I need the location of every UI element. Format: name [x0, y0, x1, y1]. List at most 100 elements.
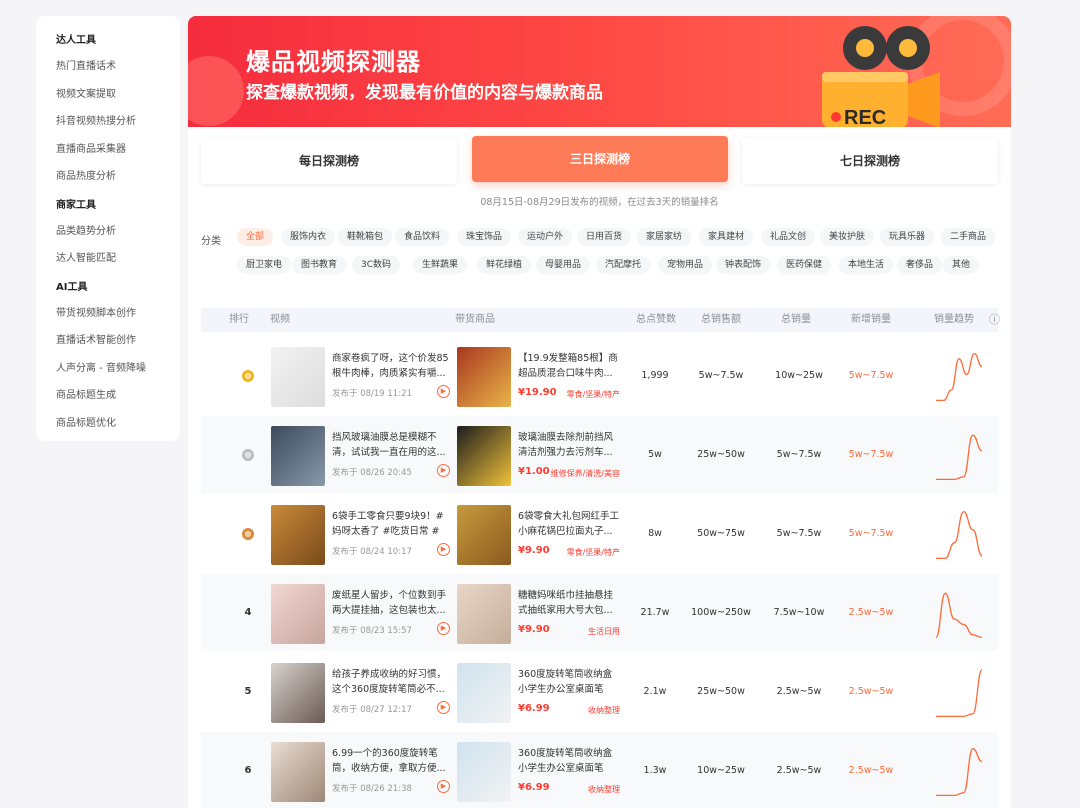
total-likes: 2.1w	[643, 686, 667, 697]
product-thumbnail[interactable]	[457, 742, 511, 802]
category-chip[interactable]: 家具建材	[699, 228, 754, 246]
sidebar-item[interactable]: 商品热度分析	[56, 163, 180, 191]
rank-cell: 5	[237, 653, 259, 730]
category-chip[interactable]: 母婴用品	[536, 256, 591, 274]
product-category-tag: 生活日用	[588, 627, 620, 636]
sidebar-item[interactable]: 直播话术智能创作	[56, 327, 180, 355]
category-chip[interactable]: 家居家纺	[637, 228, 692, 246]
sidebar-item[interactable]: 品类趋势分析	[56, 218, 180, 246]
category-chip[interactable]: 奢侈品	[897, 256, 943, 274]
category-chip[interactable]: 3C数码	[352, 256, 401, 274]
video-thumbnail[interactable]	[271, 505, 325, 565]
sidebar-item[interactable]: 商品标题优化	[56, 410, 180, 438]
product-category-tag: 零食/坚果/特产	[566, 548, 620, 557]
sidebar-item[interactable]: 热门直播话术	[56, 53, 180, 81]
sidebar-item[interactable]: 抖音视频热搜分析	[56, 108, 180, 136]
category-chip[interactable]: 本地生活	[839, 256, 894, 274]
play-icon[interactable]: ▶	[437, 701, 450, 714]
column-header: 带货商品	[455, 314, 495, 325]
category-chip[interactable]: 鲜花绿植	[477, 256, 532, 274]
product-thumbnail[interactable]	[457, 584, 511, 644]
category-chip[interactable]: 礼品文创	[761, 228, 816, 246]
product-thumbnail[interactable]	[457, 426, 511, 486]
trend-line	[936, 668, 983, 718]
column-header: 总销售额	[701, 314, 741, 325]
video-title[interactable]: 废纸星人留步，个位数到手两大提挂抽，这包装也太...	[332, 588, 450, 618]
play-icon[interactable]: ▶	[437, 385, 450, 398]
product-thumbnail[interactable]	[457, 505, 511, 565]
column-header: 排行	[229, 314, 249, 325]
category-chip[interactable]: 日用百货	[577, 228, 632, 246]
table-row[interactable]: 4 废纸星人留步，个位数到手两大提挂抽，这包装也太... 发布于 08/23 15:…	[201, 574, 998, 651]
category-chip[interactable]: 食品饮料	[395, 228, 450, 246]
sidebar-item[interactable]: 达人智能匹配	[56, 245, 180, 273]
category-chip[interactable]: 其他	[943, 256, 980, 274]
video-date: 发布于 08/26 20:45	[332, 468, 412, 478]
video-title[interactable]: 6.99一个的360度旋转笔筒，收纳方便，拿取方便...	[332, 746, 450, 776]
category-chip[interactable]: 全部	[237, 228, 274, 246]
category-chip[interactable]: 医药保健	[777, 256, 832, 274]
product-title[interactable]: 360度旋转笔筒收纳盒小学生办公室桌面笔筒...	[518, 746, 620, 776]
banner-decoration	[188, 56, 244, 126]
play-icon[interactable]: ▶	[437, 622, 450, 635]
trend-line	[936, 747, 983, 797]
video-title[interactable]: 挡风玻璃油膜总是模糊不清，试试我一直在用的这...	[332, 430, 450, 460]
column-header: 总销量	[781, 314, 811, 325]
total-likes: 1,999	[641, 370, 669, 381]
table-row[interactable]: 挡风玻璃油膜总是模糊不清，试试我一直在用的这... 发布于 08/26 20:45…	[201, 416, 998, 493]
product-category-tag: 维修保养/清洗/美容	[550, 469, 620, 478]
sidebar-group-title: 商家工具	[56, 199, 96, 211]
video-title[interactable]: 6袋手工零食只要9块9！#妈呀太香了 #吃货日常 #解...	[332, 509, 450, 539]
sidebar-item[interactable]: 带货视频脚本创作	[56, 300, 180, 328]
category-chip[interactable]: 二手商品	[941, 228, 996, 246]
product-title[interactable]: 360度旋转笔筒收纳盒小学生办公室桌面笔筒...	[518, 667, 620, 697]
video-title[interactable]: 给孩子养成收纳的好习惯，这个360度旋转笔筒必不...	[332, 667, 450, 697]
total-sales-amount: 25w~50w	[697, 686, 745, 697]
product-title[interactable]: 6袋零食大礼包网红手工小麻花锅巴拉面丸子...	[518, 509, 620, 539]
video-thumbnail[interactable]	[271, 742, 325, 802]
tab-daily[interactable]: 每日探测榜	[201, 138, 457, 184]
play-icon[interactable]: ▶	[437, 543, 450, 556]
category-chip[interactable]: 厨卫家电	[237, 256, 292, 274]
table-row[interactable]: 商家卷疯了呀，这个价发85根牛肉棒，肉质紧实有嚼... 发布于 08/19 11:…	[201, 337, 998, 414]
category-chip[interactable]: 鞋靴箱包	[338, 228, 393, 246]
page: 达人工具 热门直播话术 视频文案提取 抖音视频热搜分析 直播商品采集器 商品热度分析 商家工…	[0, 0, 1080, 808]
category-chip[interactable]: 服饰内衣	[281, 228, 336, 246]
play-icon[interactable]: ▶	[437, 464, 450, 477]
category-chip[interactable]: 图书教育	[292, 256, 347, 274]
sidebar-item[interactable]: 人声分离 - 音频降噪	[56, 355, 180, 383]
product-category-tag: 零食/坚果/特产	[566, 390, 620, 399]
category-chip[interactable]: 美妆护肤	[820, 228, 875, 246]
tab-seven-day[interactable]: 七日探测榜	[742, 138, 998, 184]
category-chip[interactable]: 玩具乐器	[880, 228, 935, 246]
video-thumbnail[interactable]	[271, 584, 325, 644]
trend-line	[936, 434, 983, 481]
category-chip[interactable]: 运动户外	[518, 228, 573, 246]
video-thumbnail[interactable]	[271, 347, 325, 407]
category-chip[interactable]: 宠物用品	[658, 256, 713, 274]
tab-three-day[interactable]: 三日探测榜	[472, 136, 728, 182]
sidebar-item[interactable]: 直播商品采集器	[56, 136, 180, 164]
video-thumbnail[interactable]	[271, 663, 325, 723]
category-chip[interactable]: 钟表配饰	[716, 256, 771, 274]
sidebar-item[interactable]: 商品标题生成	[56, 382, 180, 410]
video-title[interactable]: 商家卷疯了呀，这个价发85根牛肉棒，肉质紧实有嚼...	[332, 351, 450, 381]
category-chip[interactable]: 生鲜蔬果	[413, 256, 468, 274]
category-chip[interactable]: 珠宝饰品	[457, 228, 512, 246]
info-icon[interactable]: ⓘ	[989, 308, 1000, 332]
table-row[interactable]: 5 给孩子养成收纳的好习惯，这个360度旋转笔筒必不... 发布于 08/27 12…	[201, 653, 998, 730]
video-thumbnail[interactable]	[271, 426, 325, 486]
product-thumbnail[interactable]	[457, 663, 511, 723]
product-title[interactable]: 【19.9发整箱85根】商超品质混合口味牛肉...	[518, 351, 620, 381]
sidebar-item[interactable]: 视频文案提取	[56, 81, 180, 109]
product-thumbnail[interactable]	[457, 347, 511, 407]
table-row[interactable]: 6 6.99一个的360度旋转笔筒，收纳方便，拿取方便... 发布于 08/26 2…	[201, 732, 998, 808]
rank-cell: 6	[237, 732, 259, 808]
column-header: 总点赞数	[636, 314, 676, 325]
product-title[interactable]: 玻璃油膜去除剂前挡风清洁剂强力去污剂车...	[518, 430, 620, 460]
play-icon[interactable]: ▶	[437, 780, 450, 793]
product-title[interactable]: 糖糖妈咪纸巾挂抽悬挂式抽纸家用大号大包...	[518, 588, 620, 618]
sales-trend-chart	[936, 668, 983, 718]
category-chip[interactable]: 汽配摩托	[596, 256, 651, 274]
table-row[interactable]: 6袋手工零食只要9块9！#妈呀太香了 #吃货日常 #解... 发布于 08/24 …	[201, 495, 998, 572]
